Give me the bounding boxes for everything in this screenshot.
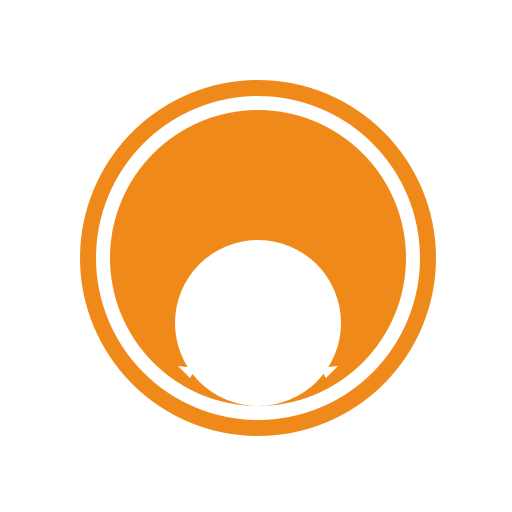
orange-circle-emblem-icon xyxy=(80,80,436,436)
white-ball xyxy=(175,240,341,406)
canvas xyxy=(0,0,512,512)
